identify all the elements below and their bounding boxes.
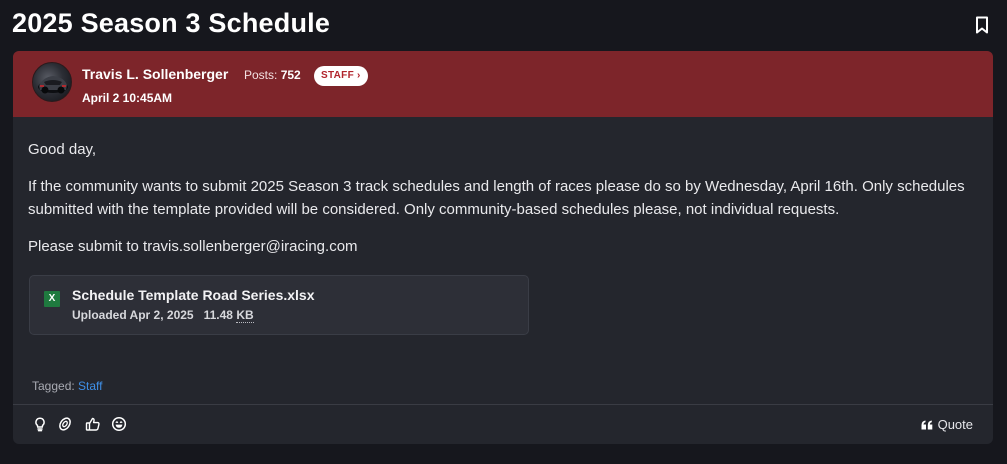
attachment-file-name[interactable]: Schedule Template Road Series.xlsx [72, 287, 315, 303]
thumbs-up-icon[interactable] [85, 416, 101, 432]
excel-file-icon: X [44, 291, 60, 307]
grin-icon[interactable] [111, 416, 127, 432]
post-timestamp[interactable]: April 2 10:45AM [82, 91, 172, 105]
attachment-size-unit: KB [236, 308, 254, 323]
avatar[interactable] [32, 62, 72, 102]
post-greeting: Good day, [28, 141, 97, 158]
tagged-label: Tagged: [32, 379, 75, 393]
forum-post: Travis L. Sollenberger Posts: 752 STAFF … [13, 51, 993, 444]
post-contact-line: Please submit to travis.sollenberger@ira… [28, 238, 358, 255]
quote-icon [921, 420, 932, 429]
avatar-car-image [38, 76, 68, 94]
quote-button[interactable]: Quote [921, 417, 973, 432]
post-count-value: 752 [280, 68, 301, 82]
post-header: Travis L. Sollenberger Posts: 752 STAFF … [13, 51, 993, 117]
post-paragraph: If the community wants to submit 2025 Se… [28, 178, 965, 218]
page-title: 2025 Season 3 Schedule [12, 8, 331, 38]
attachment-upload-date: Uploaded Apr 2, 2025 [72, 308, 194, 322]
author-name[interactable]: Travis L. Sollenberger [82, 66, 228, 82]
staff-badge[interactable]: STAFF › [314, 66, 368, 86]
post-count: Posts: 752 [244, 68, 301, 82]
tire-icon[interactable] [57, 416, 73, 432]
quote-label: Quote [937, 417, 973, 432]
bookmark-icon[interactable] [975, 16, 989, 34]
attachment-meta: Uploaded Apr 2, 2025 11.48 KB [72, 308, 254, 323]
post-count-label: Posts: [244, 68, 278, 82]
file-attachment[interactable]: X Schedule Template Road Series.xlsx Upl… [29, 275, 529, 335]
footer-divider [13, 404, 993, 405]
attachment-size-value: 11.48 [203, 308, 233, 322]
tag-link-staff[interactable]: Staff [78, 379, 102, 393]
post-tags: Tagged: Staff [32, 379, 103, 393]
lightbulb-icon[interactable] [32, 416, 48, 432]
